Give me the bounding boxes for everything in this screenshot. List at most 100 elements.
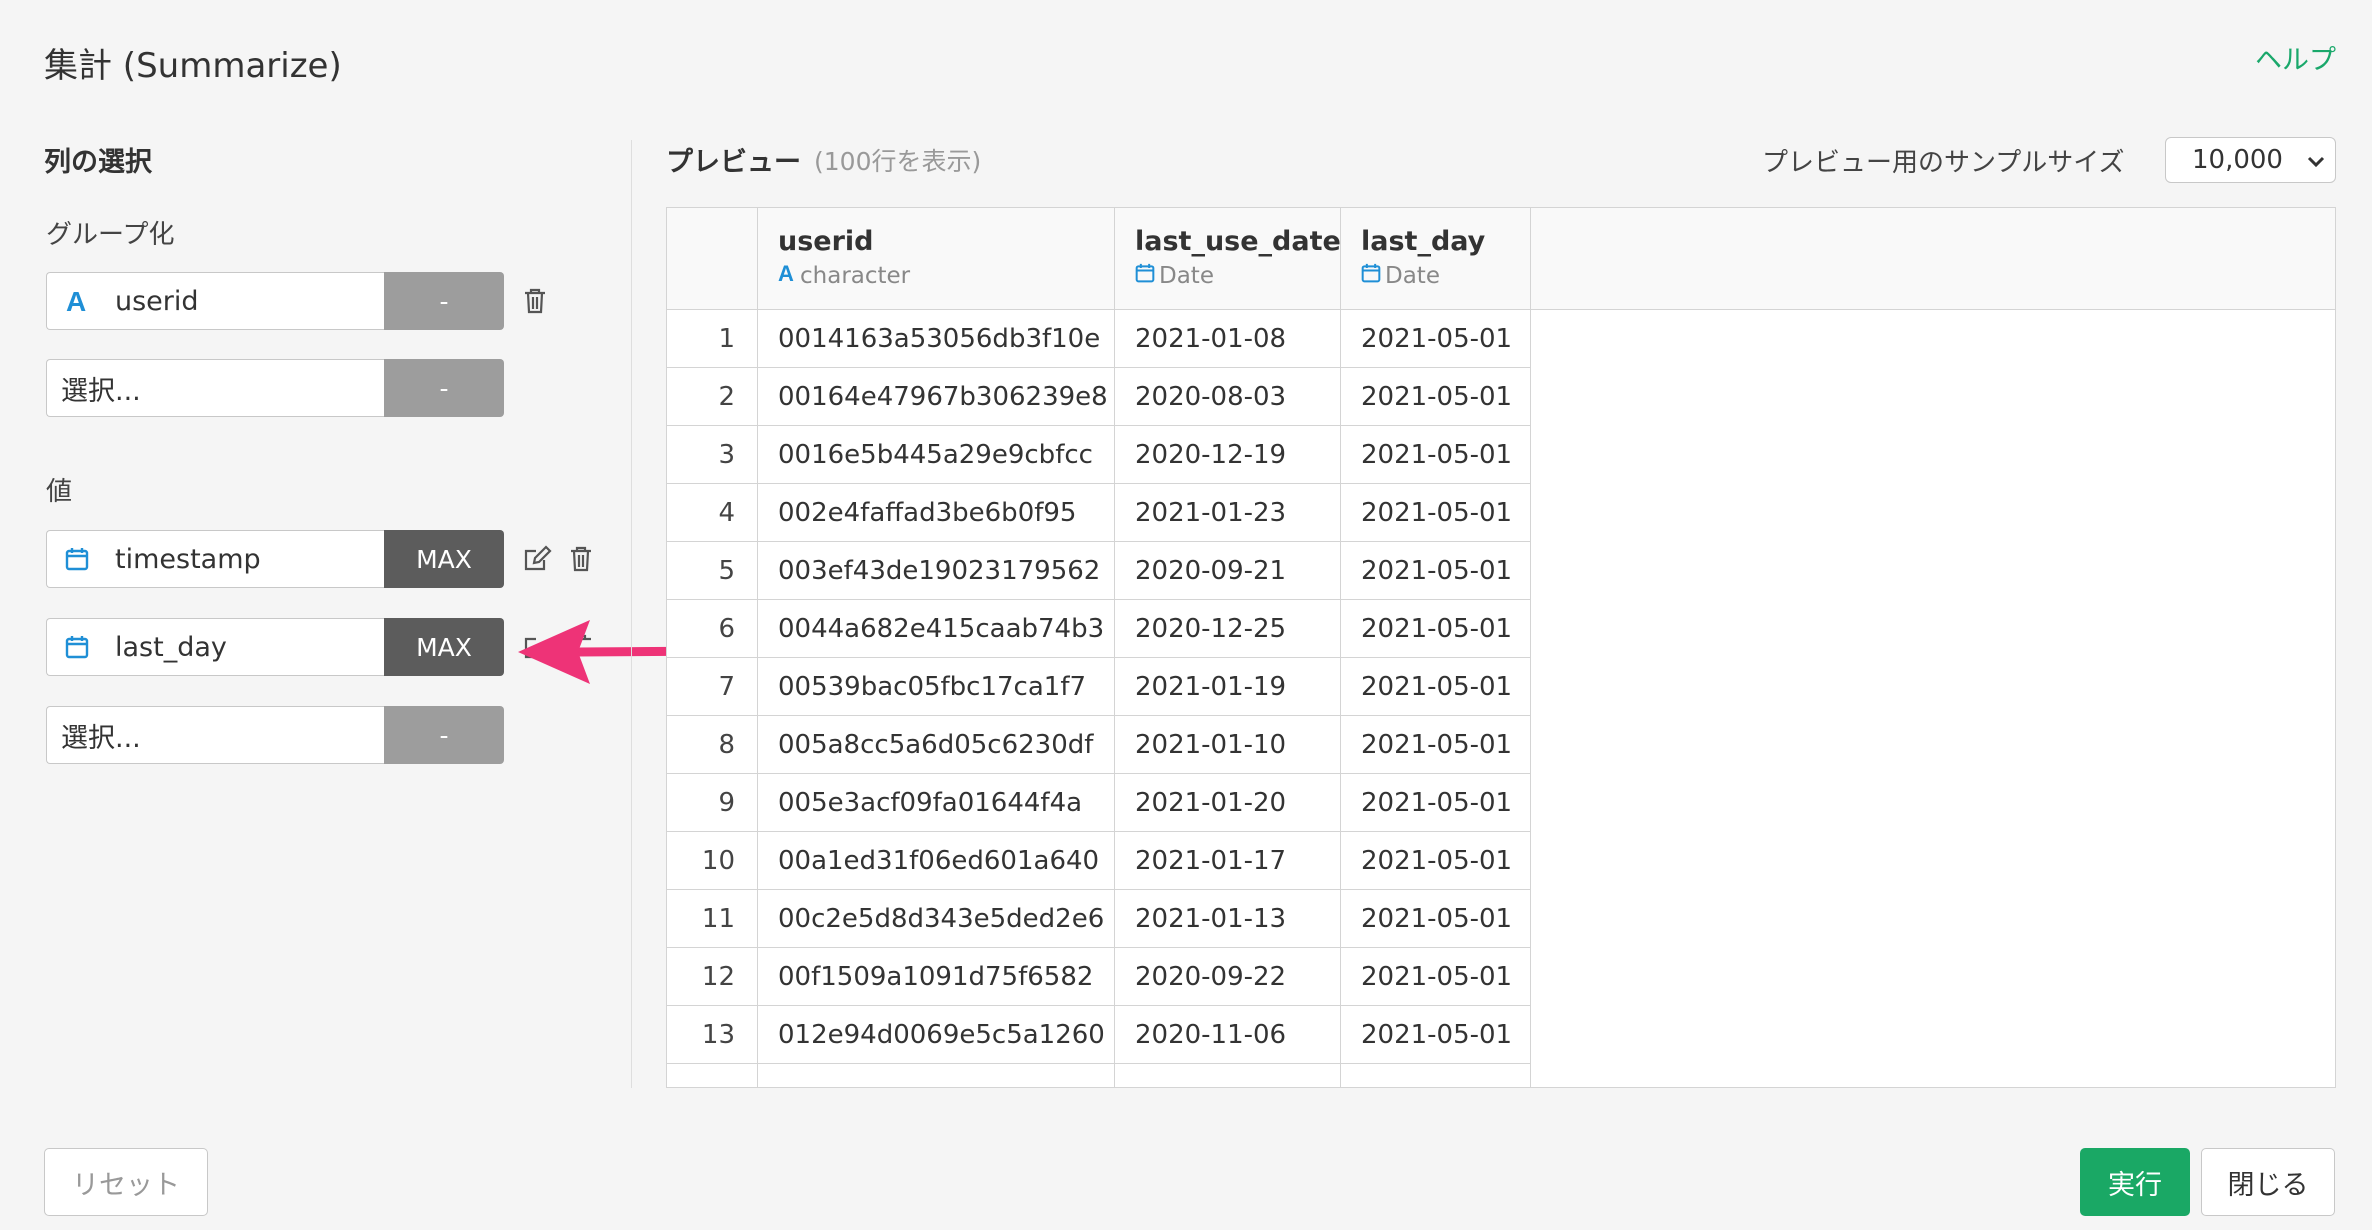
group-agg-button-empty[interactable]: - <box>384 359 504 417</box>
cell-last-day: 2021-05-01 <box>1341 774 1531 832</box>
table-row: 2 00164e47967b306239e8 2020-08-03 2021-05-0… <box>667 368 2335 426</box>
cell-last-day: 2021-05-01 <box>1341 368 1531 426</box>
value-column-select-empty[interactable]: 選択... <box>46 706 384 764</box>
cell-last-use-date: 2021-01-10 <box>1115 716 1341 774</box>
row-number: 9 <box>667 774 758 832</box>
close-button[interactable]: 閉じる <box>2201 1148 2335 1216</box>
cell-last-day: 2021-05-01 <box>1341 832 1531 890</box>
cell-last-use-date: 2020-12-25 <box>1115 600 1341 658</box>
aggregation-button[interactable]: MAX <box>384 618 504 676</box>
value-column-name: timestamp <box>115 543 261 575</box>
row-number: 1 <box>667 310 758 368</box>
preview-title: プレビュー <box>666 147 801 178</box>
cell-last-use-date: 2021-01-23 <box>1115 484 1341 542</box>
aggregation-button-empty[interactable]: - <box>384 706 504 764</box>
value-row-timestamp: timestamp MAX <box>46 530 504 588</box>
cell-last-use-date: 2021-01-08 <box>1115 310 1341 368</box>
cell-userid: 005e3acf09fa01644f4a <box>758 774 1115 832</box>
cell-last-use-date: 2020-11-06 <box>1115 1006 1341 1064</box>
cell-last-use-date: 2020-09-22 <box>1115 948 1341 1006</box>
cell-last-use-date: 2021-01-13 <box>1115 890 1341 948</box>
cell-userid: 00c2e5d8d343e5ded2e6 <box>758 890 1115 948</box>
column-header-last-use-date[interactable]: last_use_date Date <box>1115 208 1341 310</box>
character-type-icon: A <box>63 287 91 315</box>
cell-userid: 012e94d0069e5c5a1260 <box>758 1006 1115 1064</box>
calendar-icon <box>63 634 91 660</box>
group-agg-button[interactable]: - <box>384 272 504 330</box>
value-column-name: last_day <box>115 631 227 663</box>
cell-last-day: 2021-05-01 <box>1341 426 1531 484</box>
cell-last-day: 2021-05-01 <box>1341 542 1531 600</box>
trash-icon[interactable] <box>518 284 552 318</box>
select-placeholder: 選択... <box>61 375 141 407</box>
row-number: 4 <box>667 484 758 542</box>
value-column-select[interactable]: timestamp <box>46 530 384 588</box>
table-row: 4 002e4faffad3be6b0f95 2021-01-23 2021-05-0… <box>667 484 2335 542</box>
chevron-down-icon <box>2307 145 2325 175</box>
trash-icon[interactable] <box>564 542 598 576</box>
value-row-last-day: last_day MAX <box>46 618 504 676</box>
row-number: 6 <box>667 600 758 658</box>
cell-userid: 00539bac05fbc17ca1f7 <box>758 658 1115 716</box>
sample-size-value: 10,000 <box>2192 145 2283 175</box>
cell-last-day: 2021-05-01 <box>1341 600 1531 658</box>
table-row: 8 005a8cc5a6d05c6230df 2021-01-10 2021-05-0… <box>667 716 2335 774</box>
cell-last-day: 2021-05-01 <box>1341 484 1531 542</box>
table-row: 12 00f1509a1091d75f6582 2020-09-22 2021-05-… <box>667 948 2335 1006</box>
group-column-select-empty[interactable]: 選択... <box>46 359 384 417</box>
sample-size-select[interactable]: 10,000 <box>2165 137 2336 183</box>
table-row: 1 0014163a53056db3f10e 2021-01-08 2021-05-0… <box>667 310 2335 368</box>
cell-last-use-date: 2020-08-03 <box>1115 368 1341 426</box>
value-column-select[interactable]: last_day <box>46 618 384 676</box>
cell-userid: 002e4faffad3be6b0f95 <box>758 484 1115 542</box>
row-number: 5 <box>667 542 758 600</box>
column-header-last-day[interactable]: last_day Date <box>1341 208 1531 310</box>
table-row: 13 012e94d0069e5c5a1260 2020-11-06 2021-05-… <box>667 1006 2335 1064</box>
help-link[interactable]: ヘルプ <box>2255 38 2336 77</box>
cell-userid: 005a8cc5a6d05c6230df <box>758 716 1115 774</box>
cell-last-day: 2021-05-01 <box>1341 1006 1531 1064</box>
table-row: 5 003ef43de19023179562 2020-09-21 2021-05-0… <box>667 542 2335 600</box>
cell-userid: 003ef43de19023179562 <box>758 542 1115 600</box>
calendar-icon <box>1361 262 1381 290</box>
preview-table[interactable]: userid A character last_use_date Date la… <box>666 207 2336 1088</box>
column-type: Date <box>1159 263 1214 289</box>
cell-last-use-date: 2021-01-20 <box>1115 774 1341 832</box>
cell-last-day: 2021-05-01 <box>1341 716 1531 774</box>
cell-userid: 00a1ed31f06ed601a640 <box>758 832 1115 890</box>
sample-size-label: プレビュー用のサンプルサイズ <box>1762 148 2125 178</box>
row-number-header <box>667 208 758 310</box>
cell-userid <box>758 1064 1115 1087</box>
cell-userid: 0014163a53056db3f10e <box>758 310 1115 368</box>
cell-last-day: 2021-05-01 <box>1341 890 1531 948</box>
cell-last-day: 2021-05-01 <box>1341 310 1531 368</box>
row-number: 7 <box>667 658 758 716</box>
svg-text:A: A <box>66 287 86 315</box>
row-number: 3 <box>667 426 758 484</box>
column-type: Date <box>1385 263 1440 289</box>
column-header-userid[interactable]: userid A character <box>758 208 1115 310</box>
run-button[interactable]: 実行 <box>2080 1148 2190 1216</box>
value-row-empty: 選択... - <box>46 706 504 764</box>
group-row-userid: A userid - <box>46 272 504 330</box>
cell-userid: 0044a682e415caab74b3 <box>758 600 1115 658</box>
values-label: 値 <box>46 477 73 507</box>
table-row: 9 005e3acf09fa01644f4a 2021-01-20 2021-05-0… <box>667 774 2335 832</box>
cell-userid: 00f1509a1091d75f6582 <box>758 948 1115 1006</box>
table-row: 7 00539bac05fbc17ca1f7 2021-01-19 2021-05-0… <box>667 658 2335 716</box>
row-number: 10 <box>667 832 758 890</box>
row-number: 11 <box>667 890 758 948</box>
row-number <box>667 1064 758 1087</box>
column-selection-heading: 列の選択 <box>44 147 152 178</box>
reset-button[interactable]: リセット <box>44 1148 208 1216</box>
header-filler <box>1531 208 2335 310</box>
character-type-icon: A <box>778 261 796 290</box>
edit-icon[interactable] <box>520 542 554 576</box>
aggregation-button[interactable]: MAX <box>384 530 504 588</box>
svg-text:A: A <box>778 262 794 284</box>
group-column-select[interactable]: A userid <box>46 272 384 330</box>
cell-userid: 00164e47967b306239e8 <box>758 368 1115 426</box>
row-number: 12 <box>667 948 758 1006</box>
table-row: 6 0044a682e415caab74b3 2020-12-25 2021-05-0… <box>667 600 2335 658</box>
cell-last-day: 2021-05-01 <box>1341 658 1531 716</box>
